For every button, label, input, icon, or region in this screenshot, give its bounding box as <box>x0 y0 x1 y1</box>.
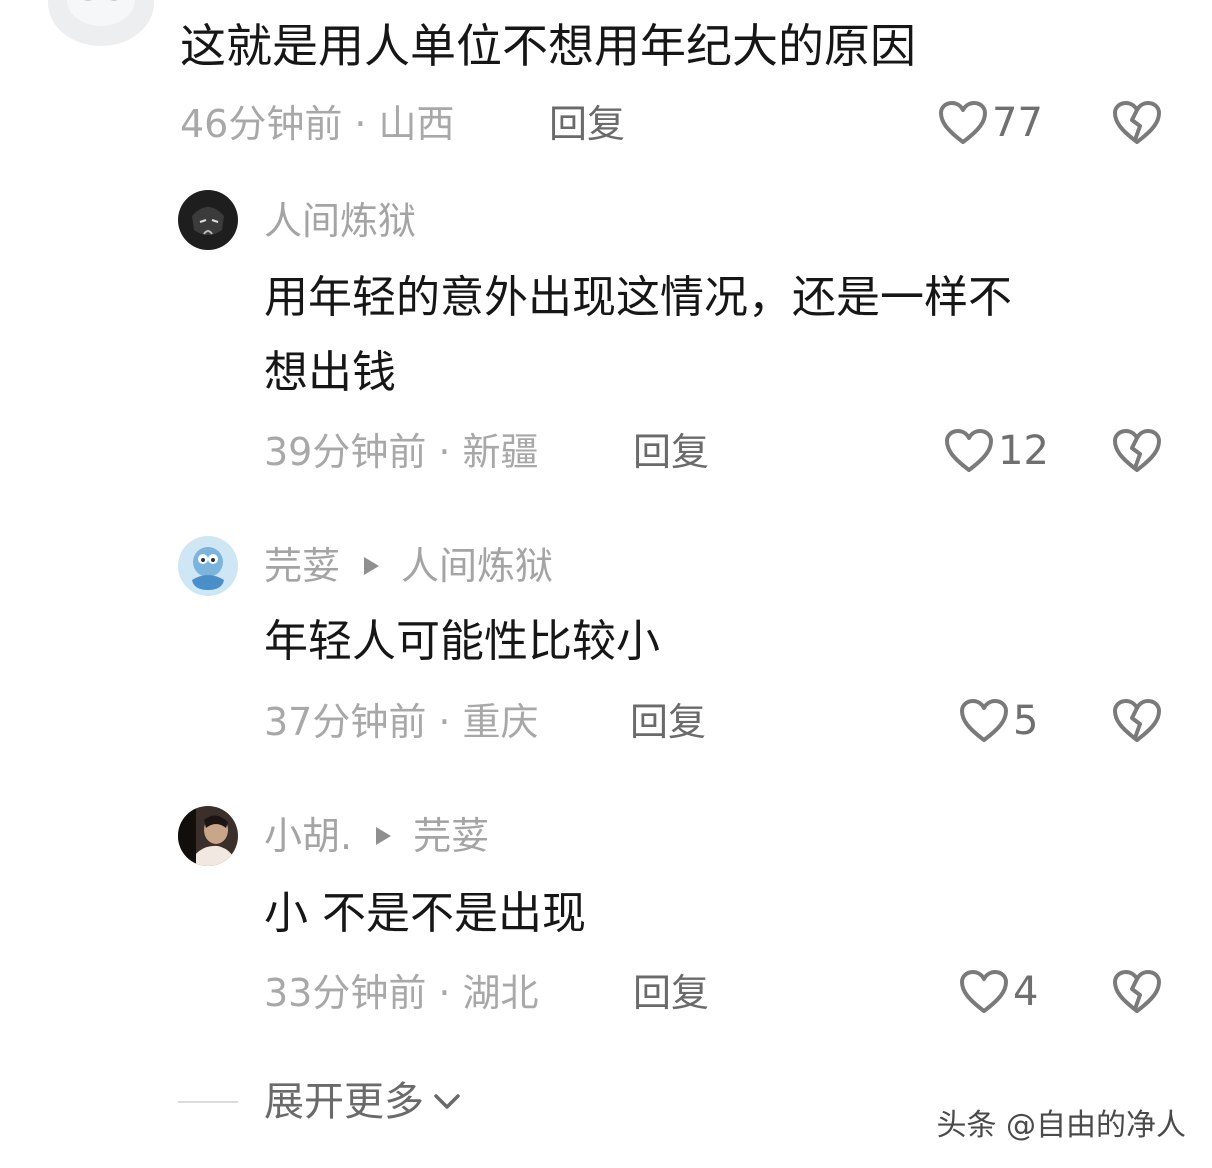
broken-heart-icon <box>1113 970 1161 1013</box>
comment-meta: 37分钟前 · 重庆 <box>264 699 538 745</box>
like-count: 77 <box>992 100 1043 146</box>
reply-to-username[interactable]: 人间炼狱 <box>401 543 553 589</box>
broken-heart-icon <box>1113 429 1161 472</box>
like-button[interactable]: 12 <box>944 428 1049 474</box>
heart-outline-icon <box>960 699 1008 742</box>
dislike-button[interactable] <box>1112 698 1162 748</box>
comment-location: 湖北 <box>462 971 539 1015</box>
broken-heart-icon <box>1113 699 1161 742</box>
comment-text: 这就是用人单位不想用年纪大的原因 <box>180 19 916 73</box>
heart-outline-icon <box>939 101 987 144</box>
reply-arrow-icon <box>364 557 380 575</box>
expand-divider <box>178 1101 238 1103</box>
comment-meta: 33分钟前 · 湖北 <box>264 970 538 1016</box>
username-text[interactable]: 小胡. <box>264 813 352 859</box>
meta-separator: · <box>438 700 451 744</box>
chevron-down-icon <box>434 1094 460 1109</box>
broken-heart-icon <box>1113 101 1161 144</box>
avatar[interactable] <box>48 0 154 46</box>
comment-username: 芫荽 人间炼狱 <box>264 543 553 589</box>
meta-separator: · <box>438 430 451 474</box>
comment-text: 小 不是不是出现 <box>264 888 586 939</box>
comment-location: 重庆 <box>462 700 539 744</box>
expand-more-button[interactable]: 展开更多 <box>264 1078 462 1126</box>
username-text[interactable]: 人间炼狱 <box>264 198 416 244</box>
expand-more-label: 展开更多 <box>264 1079 424 1125</box>
heart-outline-icon <box>960 970 1008 1013</box>
avatar[interactable] <box>178 806 238 866</box>
reply-arrow-icon <box>376 827 392 845</box>
comment-location: 新疆 <box>462 430 539 474</box>
like-button[interactable]: 4 <box>959 969 1038 1015</box>
username-text[interactable]: 芫荽 <box>264 543 340 589</box>
dislike-button[interactable] <box>1112 100 1162 150</box>
like-button[interactable]: 77 <box>938 100 1043 146</box>
meta-separator: · <box>354 102 367 146</box>
like-button[interactable]: 5 <box>959 698 1038 744</box>
reply-button[interactable]: 回复 <box>549 101 625 147</box>
comment-time: 37分钟前 <box>264 700 427 744</box>
comment-username: 人间炼狱 <box>264 198 416 244</box>
watermark: 头条 @自由的净人 <box>936 1108 1186 1143</box>
reply-button[interactable]: 回复 <box>633 429 709 475</box>
dislike-button[interactable] <box>1112 428 1162 478</box>
avatar[interactable] <box>178 536 238 596</box>
like-count: 5 <box>1013 698 1039 744</box>
like-count: 12 <box>998 428 1049 474</box>
avatar[interactable] <box>178 190 238 250</box>
comment-meta: 39分钟前 · 新疆 <box>264 429 538 475</box>
like-count: 4 <box>1013 969 1039 1015</box>
comment-time: 33分钟前 <box>264 971 427 1015</box>
comment-text-line: 想出钱 <box>264 347 396 398</box>
comment-text-line: 用年轻的意外出现这情况，还是一样不 <box>264 272 1012 323</box>
comment-time: 39分钟前 <box>264 430 427 474</box>
reply-to-username[interactable]: 芫荽 <box>413 813 489 859</box>
comment-username: 小胡. 芫荽 <box>264 813 489 859</box>
comment-text: 年轻人可能性比较小 <box>264 616 660 667</box>
reply-button[interactable]: 回复 <box>633 970 709 1016</box>
comment-location: 山西 <box>378 102 455 146</box>
reply-button[interactable]: 回复 <box>630 699 706 745</box>
meta-separator: · <box>438 971 451 1015</box>
dislike-button[interactable] <box>1112 969 1162 1019</box>
comment-time: 46分钟前 <box>180 102 343 146</box>
comment-meta: 46分钟前 · 山西 <box>180 101 454 147</box>
heart-outline-icon <box>945 429 993 472</box>
